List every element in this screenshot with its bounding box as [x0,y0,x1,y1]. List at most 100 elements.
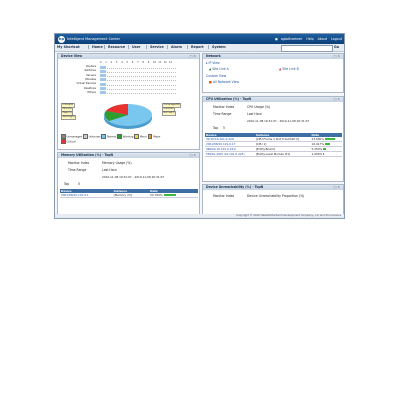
utilization-bar [163,194,176,196]
device-category-bar [100,69,176,73]
copyright-footer: Copyright © 2010 Hewlett-Packard Develop… [55,214,344,218]
device-category-bar [100,91,176,95]
pie-legend-row-2: Critical [61,139,76,144]
device-category-bar [100,65,176,69]
device-category-row[interactable]: Routers [58,65,199,69]
device-category-bar [100,87,176,90]
site-link-a[interactable]: ▲ Site Link A [209,67,229,71]
menu-home[interactable]: Home [88,45,103,50]
panel-tools-icons[interactable]: □× [189,54,197,59]
axis-tick-label: 1 [105,61,107,64]
memory-top-value: 5 [78,182,80,186]
device-category-row[interactable]: Wireless [58,78,199,82]
legend-swatch-unmanaged [61,134,66,139]
data-cell: 1.000% [310,151,342,157]
axis-tick-label: 12 [163,61,167,64]
menu-resource[interactable]: Resource [104,45,125,50]
instance-cell: [Memory (C)] [112,193,150,198]
ip-view-link[interactable]: ▸ IP View [206,61,220,65]
device-category-row[interactable]: Others [58,90,199,95]
device-view-panel: Device View □× 0 1 2 3 4 5 6 7 8 9 10 11 12 13 Router… [57,53,200,150]
axis-tick-label: 6 [131,61,134,64]
go-button[interactable]: Go [334,45,339,49]
utilization-bar [325,138,336,140]
callout-normal: Normal(3) [162,111,177,116]
data-value: 23.000% [311,137,324,141]
logout-link[interactable]: Logout [331,37,342,41]
legend-normal: Normal [106,135,117,139]
title-bar: hp Intelligent Management Center ● sgbolt… [55,34,344,44]
data-cell: 54.764% [149,193,198,198]
device-category-row[interactable]: Switches [58,69,199,73]
axis-tick-label: 0 [100,61,102,64]
menu-system[interactable]: System [208,45,226,50]
device-category-label: Routers [86,65,96,68]
memory-time-span: 2010-11-08 19:31:07 - 2010-11-08 20:31:0… [102,175,165,179]
legend-swatch-normal [101,134,106,139]
app-window: hp Intelligent Management Center ● sgbolt… [54,33,345,219]
memory-top-label: Top [64,182,70,186]
device-cell[interactable]: 5500G-4GPI (10.101.0.225) [205,151,255,157]
hp-logo: hp [58,35,65,43]
cpu-monitor-index-value: CPU Usage (%) [247,105,271,109]
panel-tools-icons[interactable]: □× [333,54,341,59]
all-network-view-link[interactable]: ■ All Network View [209,80,239,84]
menu-user[interactable]: User [128,45,141,50]
device-cell[interactable]: 2001/88/10.101.0.1 [60,193,113,198]
device-category-label: Switches [84,69,96,73]
device-category-row[interactable]: Desktops [58,87,199,90]
custom-view-link[interactable]: Custom View [206,74,226,78]
device-category-label: Virtual Devices [76,82,96,86]
unreachability-panel: Device Unreachability (%) - TopN □× Moni… [202,184,344,215]
memory-header: Memory Utilization (%) - TopN □× [58,153,199,158]
legend-minor: Minor [139,135,147,139]
memory-monitor-index-label: Monitor Index [68,161,90,165]
cpu-time-range-label: Time Range [213,112,232,116]
site-link-b[interactable]: ▲ Site Link B [279,67,299,71]
site-link-a-label: Site Link A [212,67,229,71]
device-view-title: Device View [61,54,83,58]
legend-major: Major [153,135,161,139]
panel-tools-icons[interactable]: □× [189,153,197,158]
unreachability-title: Device Unreachability (%) - TopN [206,185,264,189]
unreach-monitor-index-value: Device Unreachability Proportion (%) [247,194,305,198]
my-shortcut-menu[interactable]: My Shortcut [57,45,80,49]
memory-panel: Memory Utilization (%) - TopN □× Monitor… [57,152,200,216]
app-title: Intelligent Management Center [67,36,121,41]
about-link[interactable]: About [318,37,327,41]
ip-view-label: IP View [208,61,220,65]
cpu-panel: CPU Utilization (%) - TopN □× Monitor In… [202,96,344,182]
legend-warning: Warning [122,135,134,139]
device-category-bar [100,82,176,86]
device-category-bar [100,74,176,78]
device-category-row[interactable]: Servers [58,74,199,78]
user-icon: ● [275,36,278,41]
network-title: Network [206,54,221,58]
table-row[interactable]: 2001/88/10.101.0.1 [Memory (C)] 54.764% [60,193,198,198]
memory-table: Device Instance Data 2001/88/10.101.0.1[… [60,189,198,198]
axis-tick-label: 7 [137,61,139,64]
menu-service[interactable]: Service [146,45,164,50]
table-row[interactable]: 5500G-4GPI (10.101.0.225) [Entity.Level.M… [205,151,342,157]
device-status-pie [104,104,152,129]
all-network-label: All Network View [212,80,239,84]
unreach-monitor-index-label: Monitor Index [213,194,235,198]
legend-swatch-critical [61,139,66,144]
table-row[interactable]: 4600G(10.101.0.221) [Entity.Board] 5.250% [205,146,342,152]
callout-warning: Warning(0) [61,115,77,120]
help-link[interactable]: Help [306,37,313,41]
device-category-row[interactable]: Virtual Devices [58,82,199,86]
data-value: 10.417% [311,142,324,146]
panel-tools-icons[interactable]: □× [333,185,341,190]
menu-alarm[interactable]: Alarm [167,45,182,50]
panel-tools-icons[interactable]: □× [333,97,341,102]
device-category-label: Others [87,90,96,94]
instance-cell: [Entity.Level.Module #1] [254,151,311,157]
menu-report[interactable]: Report [187,45,204,50]
memory-monitor-index-value: Memory Usage (%) [102,161,132,165]
data-value: 1.000% [311,152,323,156]
legend-unknown: Unknown [88,135,101,139]
user-name[interactable]: sgboltramner [281,37,302,41]
search-input[interactable] [281,45,333,52]
table-row[interactable]: 42/10/16.101.0.220 [CPU.Frame 1 Slot 0 Su… [205,137,342,142]
